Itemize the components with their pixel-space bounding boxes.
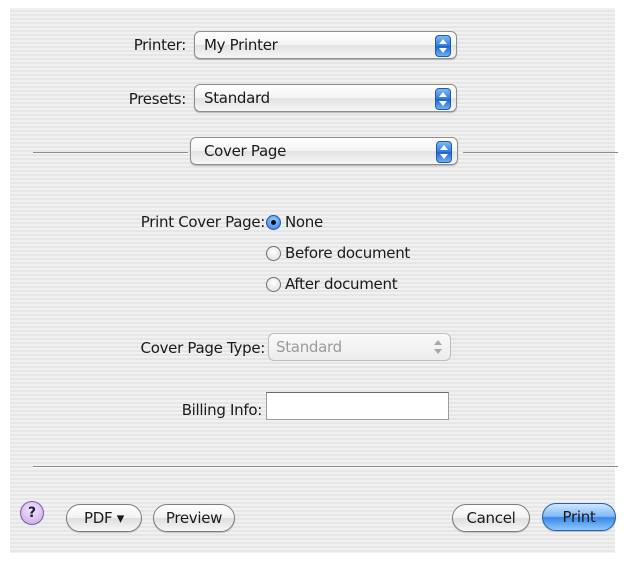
- radio-before-document-label: Before document: [285, 244, 410, 262]
- radio-selected-icon: [266, 215, 281, 230]
- cover-page-type-label: Cover Page Type:: [140, 339, 266, 357]
- panel-separator-left: [33, 152, 188, 154]
- radio-unselected-icon: [266, 277, 281, 292]
- cover-page-type-value: Standard: [276, 338, 342, 356]
- preview-button[interactable]: Preview: [153, 504, 235, 532]
- print-button[interactable]: Print: [542, 503, 616, 531]
- printer-value: My Printer: [204, 36, 278, 54]
- radio-after-document-label: After document: [285, 275, 398, 293]
- billing-info-input[interactable]: [266, 392, 449, 420]
- panel-separator-right: [463, 152, 618, 154]
- presets-label: Presets:: [128, 90, 187, 108]
- print-cover-page-label: Print Cover Page:: [140, 213, 266, 231]
- help-button[interactable]: ?: [20, 501, 44, 525]
- up-down-arrows-icon: [435, 35, 451, 57]
- panel-popup[interactable]: Cover Page: [190, 137, 458, 165]
- cancel-button[interactable]: Cancel: [452, 504, 530, 532]
- presets-value: Standard: [204, 89, 270, 107]
- question-mark-icon: ?: [27, 505, 37, 521]
- radio-none-label: None: [285, 213, 323, 231]
- radio-unselected-icon: [266, 246, 281, 261]
- printer-label: Printer:: [133, 36, 187, 54]
- billing-info-label: Billing Info:: [181, 401, 263, 419]
- bottom-separator: [33, 466, 618, 468]
- up-down-arrows-icon: [431, 337, 445, 357]
- up-down-arrows-icon: [436, 141, 452, 163]
- printer-popup[interactable]: My Printer: [194, 31, 457, 59]
- panel-value: Cover Page: [204, 142, 287, 160]
- presets-popup[interactable]: Standard: [194, 84, 457, 112]
- up-down-arrows-icon: [435, 88, 451, 110]
- cover-page-type-popup: Standard: [268, 333, 451, 361]
- pdf-button[interactable]: PDF ▾: [66, 504, 142, 532]
